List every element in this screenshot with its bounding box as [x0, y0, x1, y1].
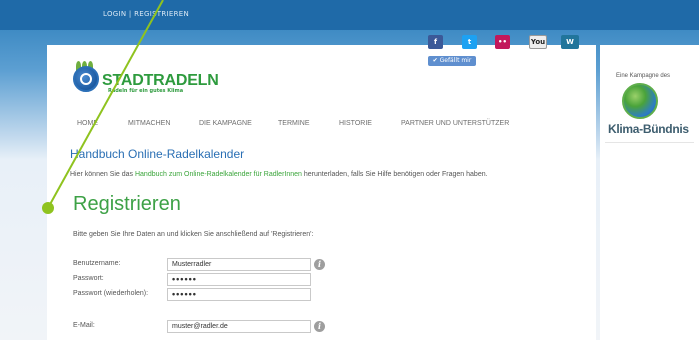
nav-partner[interactable]: PARTNER UND UNTERSTÜTZER [401, 120, 509, 127]
nav-kampagne[interactable]: DIE KAMPAGNE [199, 120, 252, 127]
email-label: E-Mail: [73, 322, 95, 329]
logo-tagline: Radeln für ein gutes Klima [108, 88, 184, 94]
login-register-links[interactable]: LOGIN | REGISTRIEREN [103, 10, 189, 18]
sidebar-caption: Eine Kampagne des [616, 73, 671, 79]
password-label: Passwort: [73, 275, 104, 282]
flickr-icon[interactable]: •• [495, 35, 510, 49]
username-label: Benutzername: [73, 260, 121, 267]
handbuch-heading: Handbuch Online-Radelkalender [70, 147, 245, 161]
nav-historie[interactable]: HISTORIE [339, 120, 372, 127]
password-repeat-label: Passwort (wiederholen): [73, 290, 149, 297]
password-input[interactable]: •••••• [167, 273, 311, 286]
register-intro: Bitte geben Sie Ihre Daten an und klicke… [73, 231, 314, 238]
wordpress-icon[interactable]: W [561, 35, 579, 49]
handbuch-text: Hier können Sie das Handbuch zum Online-… [70, 171, 488, 178]
handbuch-text-before: Hier können Sie das [70, 171, 135, 178]
nav-home[interactable]: HOME [77, 120, 98, 127]
email-input[interactable]: muster@radler.de [167, 320, 311, 333]
email-info-icon[interactable]: i [314, 321, 325, 332]
nav-termine[interactable]: TERMINE [278, 120, 310, 127]
handbuch-download-link[interactable]: Handbuch zum Online-Radelkalender für Ra… [135, 171, 302, 178]
facebook-icon[interactable]: f [428, 35, 443, 49]
logo-trees-icon [76, 56, 98, 71]
nav-mitmachen[interactable]: MITMACHEN [128, 120, 170, 127]
klima-buendnis-logo[interactable]: Klima-Bündnis [608, 122, 689, 136]
username-input[interactable]: Musterradler [167, 258, 311, 271]
globe-icon[interactable] [622, 83, 658, 119]
top-bar: LOGIN | REGISTRIEREN [0, 0, 699, 30]
youtube-icon[interactable]: You [529, 35, 547, 49]
password-repeat-input[interactable]: •••••• [167, 288, 311, 301]
username-info-icon[interactable]: i [314, 259, 325, 270]
page-title: Registrieren [73, 193, 181, 215]
bike-logo-icon[interactable] [73, 66, 99, 92]
twitter-icon[interactable]: t [462, 35, 477, 49]
like-button[interactable]: ✔ Gefällt mir [428, 56, 476, 66]
handbuch-text-after: herunterladen, falls Sie Hilfe benötigen… [301, 171, 488, 178]
